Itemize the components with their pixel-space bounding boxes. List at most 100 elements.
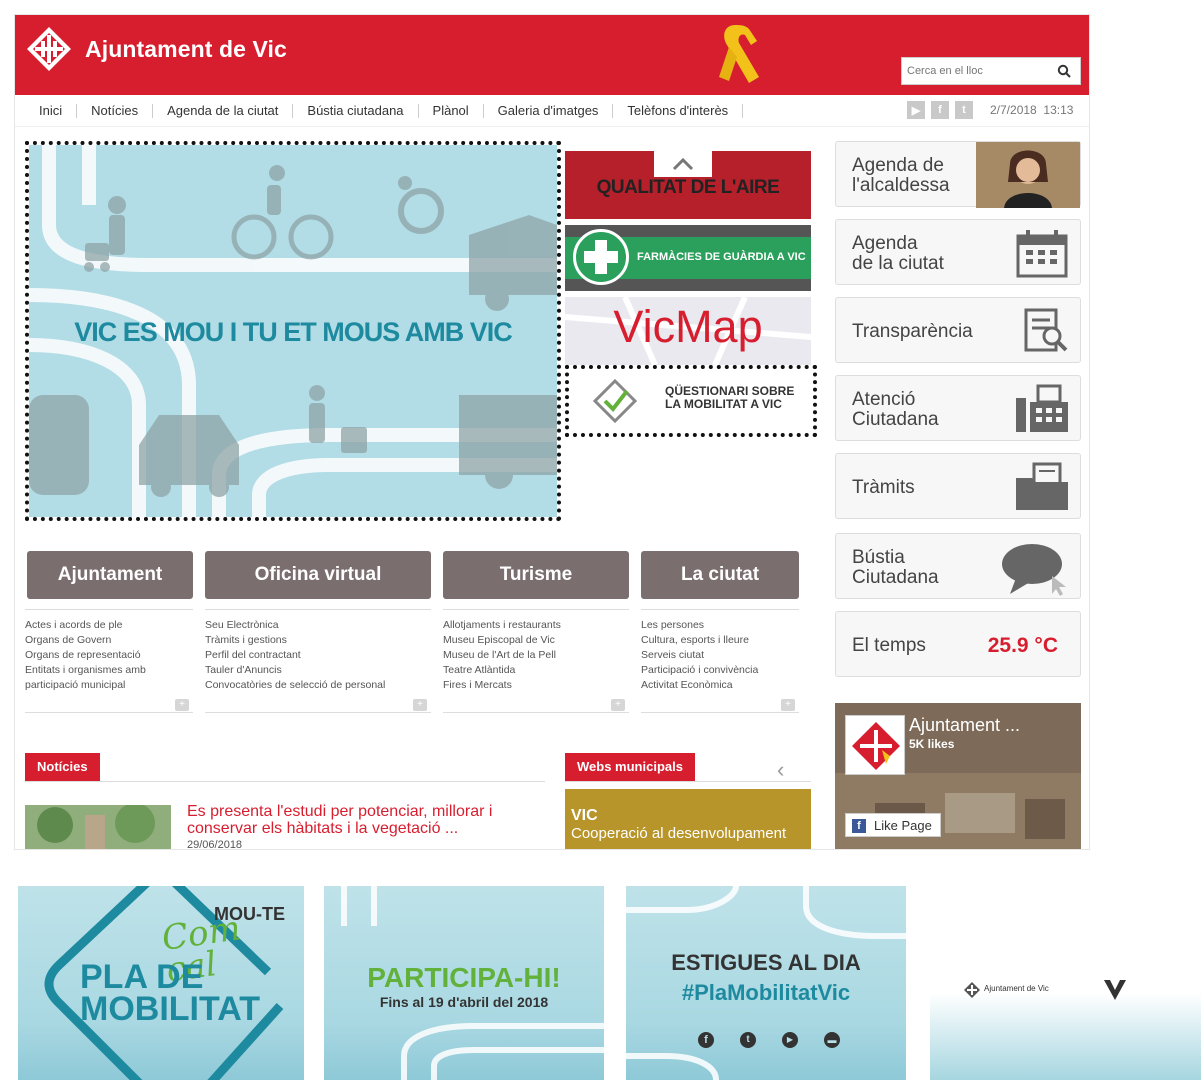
facebook-like-button[interactable]: f Like Page (845, 813, 941, 837)
link-teatre[interactable]: Teatre Atlàntida (443, 663, 629, 678)
promo-participa-date: Fins al 19 d'abril del 2018 (379, 994, 549, 1010)
link-museu-episcopal[interactable]: Museu Episcopal de Vic (443, 633, 629, 648)
link-persones[interactable]: Les persones (641, 618, 799, 633)
link-activitat[interactable]: Activitat Econòmica (641, 678, 799, 693)
link-tauler[interactable]: Tauler d'Anuncis (205, 663, 431, 678)
link-participacio[interactable]: participació municipal (25, 678, 193, 693)
bustia-line1: Bústia (852, 547, 905, 568)
nav-item-planol[interactable]: Plànol (419, 104, 484, 118)
youtube-icon[interactable]: ▶ (782, 1032, 798, 1048)
news-thumbnail[interactable] (25, 805, 171, 850)
link-cultura[interactable]: Cultura, esports i lleure (641, 633, 799, 648)
expand-plus-icon[interactable]: + (781, 699, 795, 711)
transparencia-label: Transparència (852, 321, 973, 342)
link-participacio-convivencia[interactable]: Participació i convivència (641, 663, 799, 678)
tile-agenda-alcaldessa[interactable]: Agenda de l'alcaldessa (835, 141, 1081, 208)
link-actes[interactable]: Actes i acords de ple (25, 618, 193, 633)
nav-item-inici[interactable]: Inici (27, 104, 78, 118)
questionari-line2: LA MOBILITAT A VIC (665, 397, 782, 411)
chat-icon[interactable]: ▬ (824, 1032, 840, 1048)
oficina-links: Seu Electrònica Tràmits i gestions Perfi… (205, 609, 431, 693)
search-input[interactable] (902, 65, 1052, 77)
expand-plus-icon[interactable]: + (175, 699, 189, 711)
facebook-page-name[interactable]: Ajuntament ... (909, 715, 1020, 736)
link-museu-pell[interactable]: Museu de l'Art de la Pell (443, 648, 629, 663)
link-fires[interactable]: Fires i Mercats (443, 678, 629, 693)
promo-pla-mobilitat[interactable]: MOU-TE Com cal PLA DE MOBILITAT (18, 886, 304, 1080)
tile-qualitat-aire[interactable]: QUALITAT DE L'AIRE (565, 151, 811, 219)
tile-vicmap[interactable]: VicMap (565, 297, 811, 365)
ciutat-footer: + (641, 699, 799, 713)
section-ciutat-button[interactable]: La ciutat (641, 551, 799, 599)
hero-banner[interactable]: VIC ES MOU I TU ET MOUS AMB VIC (25, 141, 561, 521)
news-header[interactable]: Notícies (25, 753, 100, 781)
bustia-label: Bústia Ciutadana (852, 548, 939, 588)
city-crest-icon (964, 982, 980, 998)
nav-item-bustia[interactable]: Bústia ciutadana (293, 104, 419, 118)
agenda-line2: de la ciutat (852, 253, 944, 274)
main-nav: Inici Notícies Agenda de la ciutat Bústi… (15, 95, 1089, 127)
tile-questionari[interactable]: QÜESTIONARI SOBRE LA MOBILITAT A VIC (565, 365, 817, 437)
current-time: 13:13 (1043, 103, 1074, 117)
tile-transparencia[interactable]: Transparència (835, 297, 1081, 363)
agenda-ciutat-label: Agenda de la ciutat (852, 234, 944, 274)
nav-item-galeria[interactable]: Galeria d'imatges (484, 104, 614, 118)
link-entitats[interactable]: Entitats i organismes amb (25, 663, 193, 678)
facebook-profile-logo (845, 715, 905, 775)
nav-item-telefons[interactable]: Telèfons d'interès (613, 104, 744, 118)
section-turisme-button[interactable]: Turisme (443, 551, 629, 599)
site-logo[interactable]: Ajuntament de Vic (25, 25, 287, 73)
promo-logos[interactable]: Ajuntament de Vic (930, 886, 1201, 1080)
expand-plus-icon[interactable]: + (611, 699, 625, 711)
link-convocatories[interactable]: Convocatòries de selecció de personal (205, 678, 431, 693)
facebook-icon: f (852, 819, 866, 833)
speech-bubble-icon (1002, 544, 1066, 596)
nav-item-agenda[interactable]: Agenda de la ciutat (153, 104, 294, 118)
expand-plus-icon[interactable]: + (413, 699, 427, 711)
tile-tramits[interactable]: Tràmits (835, 453, 1081, 519)
document-search-icon (1024, 308, 1068, 352)
yellow-ribbon-icon (719, 25, 759, 83)
facebook-widget[interactable]: Ajuntament ... 5K likes f Like Page (835, 703, 1081, 849)
search-icon[interactable] (1052, 59, 1076, 83)
tile-qualitat-aire-label: QUALITAT DE L'AIRE (596, 177, 780, 198)
link-seu[interactable]: Seu Electrònica (205, 618, 431, 633)
news-divider (25, 781, 545, 782)
twitter-icon[interactable]: t (955, 101, 973, 119)
promo-participa[interactable]: PARTICIPA-HI! Fins al 19 d'abril del 201… (324, 886, 604, 1080)
tile-questionari-label: QÜESTIONARI SOBRE LA MOBILITAT A VIC (665, 385, 794, 411)
nav-item-noticies[interactable]: Notícies (77, 104, 154, 118)
scroll-up-button[interactable] (654, 151, 712, 177)
link-perfil[interactable]: Perfil del contractant (205, 648, 431, 663)
webs-header[interactable]: Webs municipals (565, 753, 695, 781)
facebook-icon[interactable]: f (698, 1032, 714, 1048)
bustia-line2: Ciutadana (852, 567, 939, 588)
link-serveis[interactable]: Serveis ciutat (641, 648, 799, 663)
tile-el-temps[interactable]: El temps 25.9 °C (835, 611, 1081, 677)
link-organs-representacio[interactable]: Organs de representació (25, 648, 193, 663)
tramits-label: Tràmits (852, 477, 915, 498)
section-oficina-button[interactable]: Oficina virtual (205, 551, 431, 599)
tile-atencio-ciutadana[interactable]: Atenció Ciutadana (835, 375, 1081, 441)
webs-banner[interactable]: VIC Cooperació al desenvolupament (565, 789, 811, 849)
atencio-label: Atenció Ciutadana (852, 390, 939, 430)
link-tramits-gestions[interactable]: Tràmits i gestions (205, 633, 431, 648)
tile-farmacies[interactable]: FARMÀCIES DE GUÀRDIA A VIC (565, 225, 811, 291)
news-title[interactable]: Es presenta l'estudi per potenciar, mill… (187, 803, 527, 837)
link-organs-govern[interactable]: Organs de Govern (25, 633, 193, 648)
website-screenshot: Ajuntament de Vic Inici Notícies Agenda … (14, 14, 1090, 850)
section-ajuntament-button[interactable]: Ajuntament (27, 551, 193, 599)
vic-logo-icon (1104, 980, 1126, 1000)
chevron-left-icon[interactable]: ‹ (777, 757, 784, 783)
tile-bustia-ciutadana[interactable]: Bústia Ciutadana (835, 533, 1081, 599)
calendar-icon (1016, 230, 1068, 278)
promo-estigues[interactable]: ESTIGUES AL DIA #PlaMobilitatVic f t ▶ ▬ (626, 886, 906, 1080)
agenda-line1: Agenda (852, 233, 918, 254)
oficina-footer: + (205, 699, 431, 713)
twitter-icon[interactable]: t (740, 1032, 756, 1048)
link-allotjaments[interactable]: Allotjaments i restaurants (443, 618, 629, 633)
facebook-icon[interactable]: f (931, 101, 949, 119)
youtube-icon[interactable]: ▶ (907, 101, 925, 119)
webs-divider (565, 781, 811, 782)
tile-agenda-ciutat[interactable]: Agenda de la ciutat (835, 219, 1081, 285)
